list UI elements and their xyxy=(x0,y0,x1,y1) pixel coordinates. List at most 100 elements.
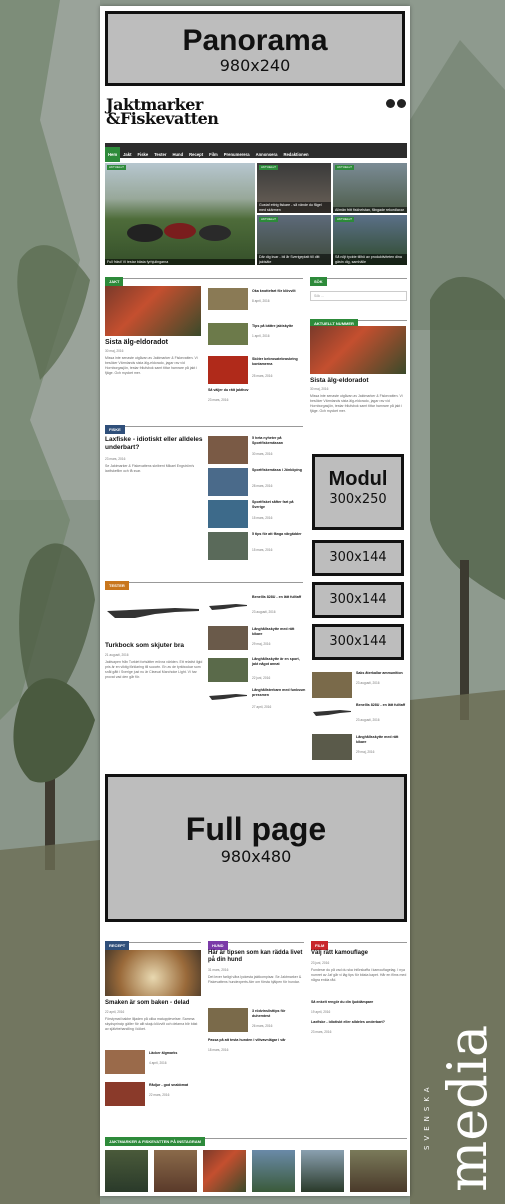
instagram-icon[interactable] xyxy=(386,99,395,108)
jakt-list-thumb-3[interactable] xyxy=(208,356,248,384)
hund-list-title-2[interactable]: Passa på att testa hunden i viltvavnläga… xyxy=(208,1038,306,1043)
hero-main-tag: AKTUELLT xyxy=(107,165,126,170)
instagram-photo-1[interactable] xyxy=(105,1150,148,1192)
tester-list-meta-4: 27 april, 2016 xyxy=(252,705,272,709)
search-input[interactable]: Sök ... xyxy=(310,291,407,301)
nav-item-film[interactable]: Film xyxy=(206,147,221,162)
small-ad-2[interactable]: 300x144 xyxy=(312,582,404,618)
recept-list-title-2[interactable]: Rådjur - god snabbmat xyxy=(149,1083,201,1088)
tester-main-title[interactable]: Turkbock som skjuter bra xyxy=(105,642,203,650)
recept-main-image[interactable] xyxy=(105,950,201,996)
hund-list-thumb-1[interactable] xyxy=(208,1008,248,1032)
fiske-list-thumb-3[interactable] xyxy=(208,500,248,528)
recept-main-body: Förstymat bakbe liljaden på olika matupp… xyxy=(105,1017,198,1031)
sidebar-current-image[interactable] xyxy=(310,326,406,374)
tester-list-title-1[interactable]: Benellis 828U - en lätt fulltaff xyxy=(252,595,302,600)
hero-item-2[interactable]: AKTUELLT Allmän fritt fiskhelstan, fånga… xyxy=(333,163,407,213)
gun-thumb-1 xyxy=(209,604,247,610)
section-hund-label[interactable]: HUND xyxy=(208,941,228,950)
fiske-list-title-2[interactable]: Sportfiskemässa i Jönköping xyxy=(252,468,302,473)
jakt-list-title-2[interactable]: Tips på bättre jaktskytte xyxy=(252,324,302,329)
tester-list-thumb-4[interactable] xyxy=(208,688,248,704)
jakt-main-title[interactable]: Sista älg-eldoradot xyxy=(105,339,201,347)
jakt-list-title-4[interactable]: Så väljer du rätt jakthov xyxy=(208,388,304,393)
facebook-icon[interactable] xyxy=(397,99,406,108)
hero-item-4[interactable]: AKTUELLT Så nöjt tyckte tillhö av produk… xyxy=(333,215,407,265)
tester-list-thumb-2[interactable] xyxy=(208,626,248,650)
sidebar-list-thumb-3[interactable] xyxy=(312,734,352,760)
tester-list-title-2[interactable]: Långhållsskytte med rätt kikare xyxy=(252,627,302,637)
fiske-list-thumb-1[interactable] xyxy=(208,436,248,464)
recept-list-thumb-2[interactable] xyxy=(105,1082,145,1106)
small-ad-1[interactable]: 300x144 xyxy=(312,540,404,576)
fiske-list-title-4[interactable]: 5 tips för att fånga vårgädder xyxy=(252,532,302,537)
instagram-photo-6[interactable] xyxy=(350,1150,407,1192)
hund-list-meta-1: 26 mars, 2016 xyxy=(252,1024,273,1028)
jakt-list-meta-2: 1 april, 2016 xyxy=(252,334,270,338)
sidebar-list-title-3[interactable]: Långhållsskytte med rätt kikare xyxy=(356,735,406,745)
jakt-list-thumb-1[interactable] xyxy=(208,288,248,310)
small-ad-2-size: 300x144 xyxy=(329,592,387,607)
nav-item-tester[interactable]: Tester xyxy=(151,147,169,162)
nav-item-redaktionen[interactable]: Redaktionen xyxy=(280,147,311,162)
hund-main-title[interactable]: Här är tipsen som kan rädda livet på din… xyxy=(208,950,306,964)
fiske-main-title[interactable]: Laxfiske - idiotiskt eller alldeles unde… xyxy=(105,436,203,451)
jakt-list-title-1[interactable]: Oka knottefart för klövvilt xyxy=(252,289,302,294)
section-film-label[interactable]: FILM xyxy=(311,941,329,950)
tester-list-thumb-3[interactable] xyxy=(208,658,248,682)
nav-item-recept[interactable]: Recept xyxy=(186,147,206,162)
nav-item-prenumerera[interactable]: Prenumerera xyxy=(221,147,253,162)
modul-ad-size: 300x250 xyxy=(329,492,387,507)
jakt-list-thumb-2[interactable] xyxy=(208,323,248,345)
instagram-photo-3[interactable] xyxy=(203,1150,246,1192)
section-jakt-label[interactable]: JAKT xyxy=(105,277,124,286)
sidebar-current-meta: 30 maj, 2016 xyxy=(310,387,329,391)
jakt-list-meta-1: 8 april, 2016 xyxy=(252,299,270,303)
hero-item-3-caption: Där dig kvar - bli år Sverigeplatt till … xyxy=(257,254,331,265)
site-logo[interactable]: Jaktmarker &Fiskevatten xyxy=(106,97,219,127)
instagram-photo-5[interactable] xyxy=(301,1150,344,1192)
hero-item-3[interactable]: AKTUELLT Där dig kvar - bli år Sverigepl… xyxy=(257,215,331,265)
nav-item-hund[interactable]: Hund xyxy=(169,147,186,162)
recept-list-title-1[interactable]: Läcker älgmarks xyxy=(149,1051,201,1056)
tester-list-title-3[interactable]: Långhållsskytte är en sport, jakt något … xyxy=(252,657,306,667)
modul-ad[interactable]: Modul 300x250 xyxy=(312,454,404,530)
film-list-title-1[interactable]: Så enkelt rengör du din ljuddämpare xyxy=(311,1000,407,1005)
recept-list-thumb-1[interactable] xyxy=(105,1050,145,1074)
film-list-title-2[interactable]: Laxfiske - idiotiskt eller alldeles unde… xyxy=(311,1020,407,1025)
fiske-list-thumb-4[interactable] xyxy=(208,532,248,560)
nav-item-jakt[interactable]: Jakt xyxy=(120,147,134,162)
fiske-list-meta-3: 15 mars, 2016 xyxy=(252,516,273,520)
tester-list-thumb-1[interactable] xyxy=(208,598,248,614)
sidebar-list-thumb-2[interactable] xyxy=(312,704,352,720)
sidebar-list-meta-3: 29 maj, 2016 xyxy=(356,750,375,754)
section-fiske-label[interactable]: FISKE xyxy=(105,425,125,434)
section-tester-label[interactable]: TESTER xyxy=(105,581,129,590)
nav-item-annonsera[interactable]: Annonsera xyxy=(253,147,281,162)
panorama-ad[interactable]: Panorama 980x240 xyxy=(105,11,405,86)
hund-list-title-1[interactable]: 3 rödvinslisttips för duhemtest xyxy=(252,1009,304,1019)
fullpage-ad[interactable]: Full page 980x480 xyxy=(105,774,407,922)
section-recept-label[interactable]: RECEPT xyxy=(105,941,130,950)
tester-list-title-4[interactable]: Långhållsterbarn med funkssm pressmen xyxy=(252,688,306,698)
nav-item-hem[interactable]: Hem xyxy=(105,147,121,162)
fiske-list-thumb-2[interactable] xyxy=(208,468,248,496)
hero-main[interactable]: AKTUELLT Full fräst! Vi testar bästa fyr… xyxy=(105,163,255,265)
jakt-list-title-3[interactable]: Sköter bebrosatebraskring kontamerna xyxy=(252,357,306,367)
fiske-list-title-3[interactable]: Sportfisket såfter fart på Sverige xyxy=(252,500,302,510)
small-ad-3[interactable]: 300x144 xyxy=(312,624,404,660)
instagram-photo-4[interactable] xyxy=(252,1150,295,1192)
fiske-list-title-1[interactable]: 5 heta nyheter på Sportfiskemässan xyxy=(252,436,302,446)
film-main-title[interactable]: Välj rätt kamouflage xyxy=(311,950,407,957)
instagram-photo-2[interactable] xyxy=(154,1150,197,1192)
tester-main-image[interactable] xyxy=(105,598,201,624)
sidebar-list-title-1[interactable]: Saks återkallar ammunition xyxy=(356,671,406,676)
nav-item-fiske[interactable]: Fiske xyxy=(134,147,151,162)
sidebar-list-thumb-1[interactable] xyxy=(312,672,352,698)
film-main-meta: 23 juni, 2016 xyxy=(311,961,330,965)
sidebar-list-title-2[interactable]: Benellis 828U - en lätt fulltaff xyxy=(356,703,406,708)
hero-item-1[interactable]: AKTUELLT Gustaf ettrig fiskare - så vänd… xyxy=(257,163,331,213)
jakt-main-image[interactable] xyxy=(105,286,201,336)
sidebar-current-title[interactable]: Sista älg-eldoradot xyxy=(310,377,406,385)
recept-main-title[interactable]: Smaken är som baken - delad xyxy=(105,1000,201,1007)
